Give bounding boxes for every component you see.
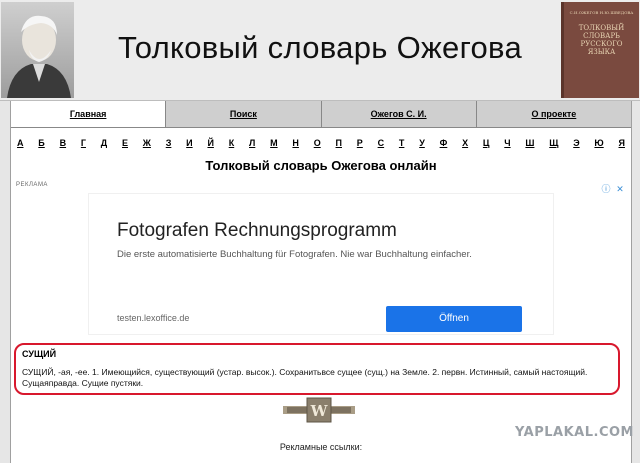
- book-title: ТОЛКОВЫЙ СЛОВАРЬ РУССКОГО ЯЗЫКА: [578, 24, 625, 56]
- svg-text:W: W: [310, 402, 329, 420]
- alphabet-letter[interactable]: Я: [619, 138, 625, 148]
- alphabet-letter[interactable]: Ж: [143, 138, 151, 148]
- alphabet-letter[interactable]: Ш: [525, 138, 534, 148]
- alphabet-letter[interactable]: Е: [122, 138, 128, 148]
- site-header: Толковый словарь Ожегова С.И.ОЖЕГОВ Н.Ю.…: [0, 0, 640, 101]
- alphabet-letter[interactable]: А: [17, 138, 24, 148]
- alphabet-letter[interactable]: Т: [399, 138, 405, 148]
- nav-tabs: Главная Поиск Ожегов С. И. О проекте: [11, 101, 631, 128]
- page-heading: Толковый словарь Ожегова онлайн: [205, 158, 437, 173]
- tab-about[interactable]: О проекте: [476, 101, 631, 127]
- ad-url[interactable]: testen.lexoffice.de: [117, 313, 189, 323]
- alphabet-letter[interactable]: Ц: [483, 138, 490, 148]
- alphabet-letter[interactable]: Г: [81, 138, 86, 148]
- alphabet-letter[interactable]: С: [378, 138, 385, 148]
- alphabet-letter[interactable]: П: [336, 138, 342, 148]
- tab-ozhegov[interactable]: Ожегов С. И.: [321, 101, 477, 127]
- alphabet-letter[interactable]: М: [270, 138, 278, 148]
- alphabet-letter[interactable]: Н: [292, 138, 299, 148]
- alphabet-letter[interactable]: Й: [207, 138, 213, 148]
- dictionary-entry: СУЩИЙ СУЩИЙ, -ая, -ее. 1. Имеющийся, сущ…: [14, 343, 620, 395]
- main-content: Главная Поиск Ожегов С. И. О проекте А Б В…: [10, 101, 632, 463]
- tab-home[interactable]: Главная: [11, 101, 167, 127]
- alphabet-letter[interactable]: О: [314, 138, 321, 148]
- alphabet-letter[interactable]: У: [419, 138, 425, 148]
- ad-label: РЕКЛАМА: [16, 182, 48, 188]
- alphabet-letter[interactable]: Х: [462, 138, 468, 148]
- tab-search[interactable]: Поиск: [166, 101, 322, 127]
- alphabet-letter[interactable]: Л: [249, 138, 255, 148]
- watermark: YAPLAKAL.COM: [515, 425, 634, 440]
- alphabet-letter[interactable]: К: [229, 138, 235, 148]
- dictionary-book-cover: С.И.ОЖЕГОВ Н.Ю.ШВЕДОВА ТОЛКОВЫЙ СЛОВАРЬ …: [561, 2, 639, 98]
- alphabet-letter[interactable]: Э: [573, 138, 579, 148]
- alphabet-letter[interactable]: Б: [38, 138, 44, 148]
- entry-word: СУЩИЙ: [22, 349, 57, 359]
- alphabet-letter[interactable]: Д: [101, 138, 107, 148]
- alphabet-letter[interactable]: З: [166, 138, 172, 148]
- alphabet-letter[interactable]: В: [60, 138, 67, 148]
- site-title: Толковый словарь Ожегова: [117, 30, 523, 65]
- entry-definition: СУЩИЙ, -ая, -ее. 1. Имеющийся, существую…: [22, 367, 588, 388]
- alphabet-letter[interactable]: И: [186, 138, 192, 148]
- ads-links-label: Рекламные ссылки:: [279, 442, 363, 452]
- close-icon[interactable]: ✕: [615, 184, 625, 194]
- ad-controls: ⓘ ✕: [597, 179, 625, 197]
- alphabet-letter[interactable]: Щ: [549, 138, 558, 148]
- alphabet-letter[interactable]: Ю: [594, 138, 603, 148]
- ad-open-button[interactable]: Öffnen: [386, 306, 522, 332]
- alphabet-letter[interactable]: Р: [357, 138, 363, 148]
- alphabet-nav: АБВГДЕЖЗИЙКЛМНОПРСТУФХЦЧШЩЭЮЯ: [11, 138, 631, 148]
- ad-banner[interactable]: Fotografen Rechnungsprogramm Die erste a…: [89, 194, 553, 334]
- info-icon[interactable]: ⓘ: [601, 184, 611, 194]
- book-authors: С.И.ОЖЕГОВ Н.Ю.ШВЕДОВА: [569, 10, 634, 15]
- ad-description: Die erste automatisierte Buchhaltung für…: [117, 249, 472, 260]
- ad-title[interactable]: Fotografen Rechnungsprogramm: [117, 220, 397, 242]
- site-logo-icon[interactable]: W: [281, 397, 357, 423]
- alphabet-letter[interactable]: Ф: [440, 138, 448, 148]
- alphabet-letter[interactable]: Ч: [504, 138, 510, 148]
